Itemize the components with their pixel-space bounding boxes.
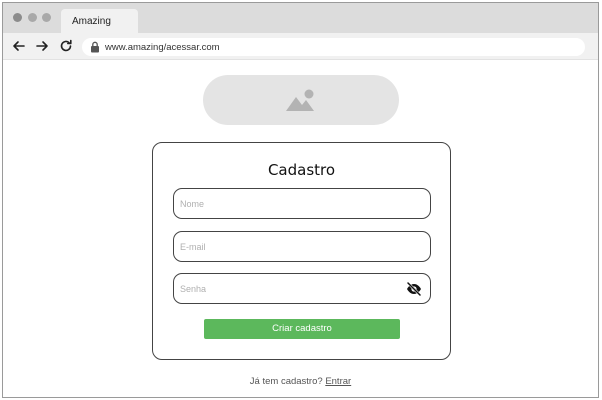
window-maximize-dot[interactable]: [42, 13, 51, 22]
window-close-dot[interactable]: [13, 13, 22, 22]
reload-icon[interactable]: [58, 38, 74, 54]
arrow-left-icon[interactable]: [11, 38, 27, 54]
navigation-bar: www.amazing/acessar.com: [3, 33, 598, 60]
url-text: www.amazing/acessar.com: [105, 42, 220, 53]
email-input[interactable]: [174, 232, 394, 261]
password-field-container: [173, 273, 431, 304]
lock-icon: [90, 41, 100, 53]
browser-window: Amazing www.amazing/acessar.com Cadastro: [2, 2, 599, 398]
address-bar[interactable]: www.amazing/acessar.com: [82, 38, 585, 56]
window-minimize-dot[interactable]: [28, 13, 37, 22]
image-placeholder-icon: [285, 88, 317, 112]
tab-title: Amazing: [72, 16, 111, 27]
page-content: Cadastro Criar cadastro Já tem cadastro?…: [3, 61, 598, 397]
form-title: Cadastro: [267, 161, 336, 179]
login-prompt-text: Já tem cadastro?: [249, 376, 323, 387]
arrow-right-icon[interactable]: [34, 38, 50, 54]
name-field-container: [173, 188, 431, 219]
title-bar: Amazing: [3, 3, 598, 33]
email-field-container: [173, 231, 431, 262]
name-input[interactable]: [174, 189, 394, 218]
browser-tab[interactable]: Amazing: [61, 9, 138, 33]
password-input[interactable]: [174, 274, 394, 303]
eye-off-icon[interactable]: [406, 282, 422, 296]
create-account-button[interactable]: Criar cadastro: [204, 319, 400, 339]
login-link[interactable]: Entrar: [325, 376, 351, 387]
login-prompt: Já tem cadastro? Entrar: [3, 376, 598, 387]
signup-card: Cadastro Criar cadastro: [152, 142, 451, 360]
logo-placeholder: [203, 75, 399, 125]
